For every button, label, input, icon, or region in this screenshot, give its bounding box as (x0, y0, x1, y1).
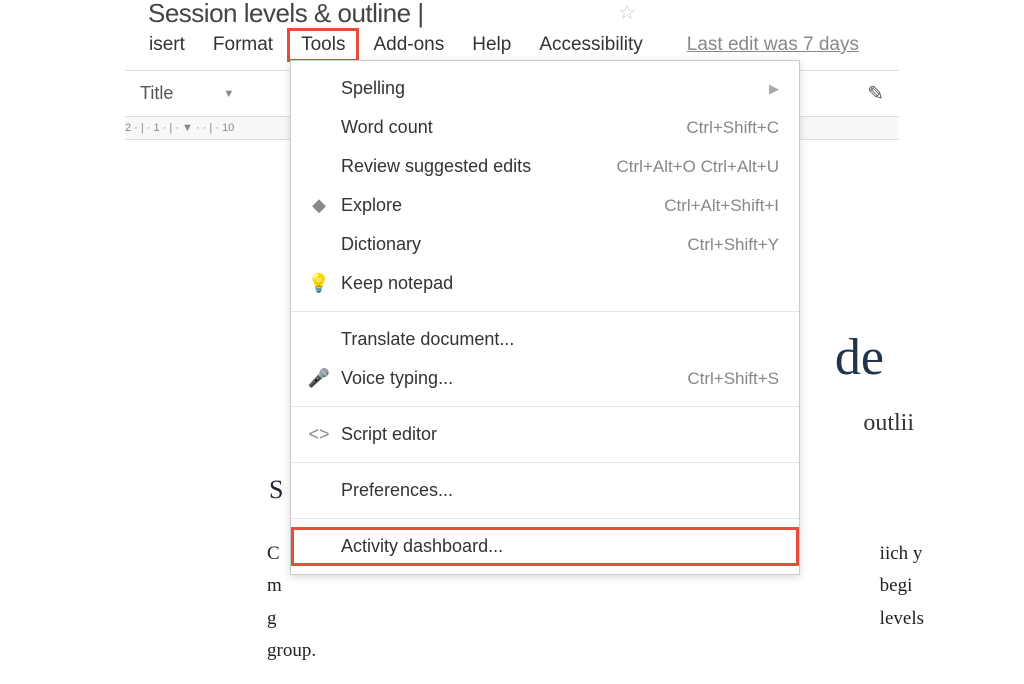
menu-word-count[interactable]: Word count Ctrl+Shift+C (291, 108, 799, 147)
doc-heading-fragment: de (835, 328, 884, 387)
menu-label: Dictionary (341, 234, 687, 255)
tools-dropdown-menu: Spelling ▶ Word count Ctrl+Shift+C Revie… (290, 60, 800, 575)
style-dropdown[interactable]: Title ▼ (140, 83, 234, 104)
menu-shortcut: Ctrl+Alt+O Ctrl+Alt+U (617, 157, 780, 177)
menu-help[interactable]: Help (458, 28, 525, 62)
chevron-down-icon: ▼ (223, 88, 234, 100)
menu-format[interactable]: Format (199, 28, 287, 62)
edit-mode-icon[interactable]: ✎ (867, 81, 884, 106)
menu-keep-notepad[interactable]: 💡 Keep notepad (291, 264, 799, 303)
menu-label: Activity dashboard... (341, 536, 779, 557)
code-icon: <> (305, 424, 333, 445)
menu-label: Explore (341, 195, 664, 216)
menu-label: Review suggested edits (341, 156, 617, 177)
menu-addons[interactable]: Add-ons (359, 28, 458, 62)
menu-label: Translate document... (341, 329, 779, 350)
doc-text-fragment: S (269, 475, 283, 505)
menu-explore[interactable]: ◆ Explore Ctrl+Alt+Shift+I (291, 186, 799, 225)
style-dropdown-label: Title (140, 83, 173, 104)
menu-tools[interactable]: Tools (287, 28, 359, 62)
menu-shortcut: Ctrl+Shift+C (686, 118, 779, 138)
menu-shortcut: Ctrl+Alt+Shift+I (664, 196, 779, 216)
menu-spelling[interactable]: Spelling ▶ (291, 69, 799, 108)
menu-voice-typing[interactable]: 🎤 Voice typing... Ctrl+Shift+S (291, 359, 799, 398)
doc-subheading-fragment: outlii (863, 410, 914, 437)
menubar: isert Format Tools Add-ons Help Accessib… (135, 28, 859, 62)
star-icon[interactable]: ☆ (618, 0, 636, 25)
document-title[interactable]: Session levels & outline | (148, 0, 424, 29)
menu-script-editor[interactable]: <> Script editor (291, 415, 799, 454)
menu-insert[interactable]: isert (135, 28, 199, 62)
menu-label: Word count (341, 117, 686, 138)
menu-label: Script editor (341, 424, 779, 445)
menu-review-edits[interactable]: Review suggested edits Ctrl+Alt+O Ctrl+A… (291, 147, 799, 186)
menu-translate[interactable]: Translate document... (291, 320, 799, 359)
menu-label: Spelling (341, 78, 769, 99)
menu-preferences[interactable]: Preferences... (291, 471, 799, 510)
menu-label: Keep notepad (341, 273, 779, 294)
last-edit-link[interactable]: Last edit was 7 days (687, 34, 859, 56)
microphone-icon: 🎤 (305, 368, 333, 389)
doc-body-right: iich y begi levels (880, 538, 924, 635)
submenu-arrow-icon: ▶ (769, 81, 779, 97)
menu-label: Preferences... (341, 480, 779, 501)
menu-label: Voice typing... (341, 368, 687, 389)
menu-shortcut: Ctrl+Shift+Y (687, 235, 779, 255)
menu-activity-dashboard[interactable]: Activity dashboard... (291, 527, 799, 566)
explore-icon: ◆ (305, 195, 333, 216)
menu-accessibility[interactable]: Accessibility (525, 28, 656, 62)
keep-icon: 💡 (305, 273, 333, 294)
menu-dictionary[interactable]: Dictionary Ctrl+Shift+Y (291, 225, 799, 264)
menu-shortcut: Ctrl+Shift+S (687, 369, 779, 389)
